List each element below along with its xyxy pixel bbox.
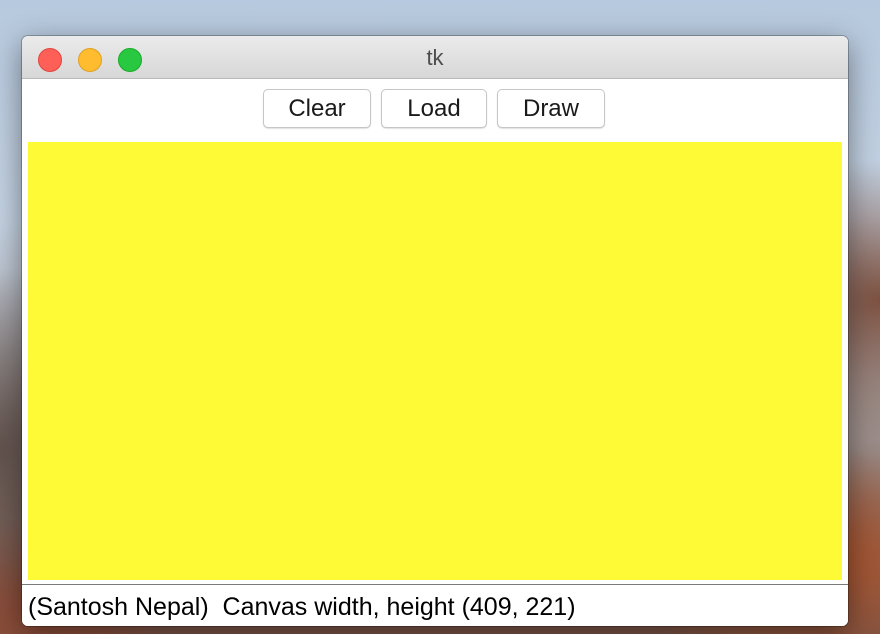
load-button[interactable]: Load bbox=[381, 89, 487, 128]
window-title: tk bbox=[426, 45, 444, 70]
title-bar[interactable]: tk bbox=[22, 36, 848, 79]
minimize-window-button[interactable] bbox=[78, 48, 102, 72]
toolbar: Clear Load Draw bbox=[22, 79, 848, 141]
status-label: (Santosh Nepal) Canvas width, height (40… bbox=[28, 593, 576, 621]
zoom-window-button[interactable] bbox=[118, 48, 142, 72]
status-bar: (Santosh Nepal) Canvas width, height (40… bbox=[22, 584, 848, 626]
close-window-button[interactable] bbox=[38, 48, 62, 72]
drawing-canvas[interactable] bbox=[28, 142, 842, 580]
clear-button[interactable]: Clear bbox=[263, 89, 371, 128]
app-window: tk Clear Load Draw (Santosh Nepal) Canva… bbox=[22, 36, 848, 626]
draw-button[interactable]: Draw bbox=[497, 89, 605, 128]
